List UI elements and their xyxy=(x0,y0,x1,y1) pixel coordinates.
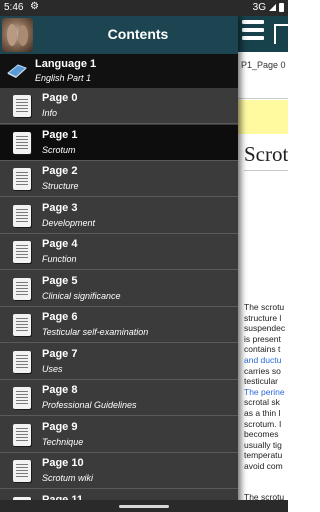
drawer-item-subtitle: Professional Guidelines xyxy=(42,400,137,410)
drawer-item-page-3[interactable]: Page 3 Development xyxy=(0,198,238,234)
drawer-item-subtitle: Structure xyxy=(42,181,79,191)
status-time: 5:46 xyxy=(4,2,24,13)
document-icon xyxy=(13,423,31,446)
drawer-item-title: Page 1 xyxy=(42,128,78,141)
document-icon xyxy=(13,277,31,300)
drawer-item-subtitle: Technique xyxy=(42,436,84,447)
content-text-line: The scrotu xyxy=(244,302,285,312)
language-selector[interactable]: Language 1 English Part 1 xyxy=(0,54,238,88)
drawer-item-title: Page 2 xyxy=(42,165,78,177)
system-nav-bar xyxy=(0,500,288,512)
drawer-item-subtitle: Development xyxy=(42,217,96,228)
document-icon xyxy=(13,387,31,409)
drawer-item-page-2[interactable]: Page 2 Structure xyxy=(0,161,238,197)
content-text-line: scrotal sk xyxy=(244,397,280,408)
navigation-drawer: Contents Language 1 English Part 1 Page … xyxy=(0,16,238,512)
drawer-item-page-5[interactable]: Page 5 Clinical significance xyxy=(0,271,238,307)
drawer-item-title: Page 10 xyxy=(42,457,84,469)
drawer-item-subtitle: Scrotum xyxy=(42,144,76,155)
drawer-item-page-9[interactable]: Page 9 Technique xyxy=(0,417,238,453)
drawer-item-subtitle: Clinical significance xyxy=(42,290,121,301)
drawer-item-subtitle: Function xyxy=(42,254,77,264)
document-icon xyxy=(13,168,31,190)
drawer-item-page-4[interactable]: Page 4 Function xyxy=(0,234,238,270)
document-icon xyxy=(13,131,31,154)
document-icon xyxy=(13,350,31,373)
drawer-header: Contents xyxy=(0,16,238,54)
content-text-line: structure l xyxy=(244,312,282,323)
content-page: P1_Page 0 Scrotum The scrotustructure ls… xyxy=(238,16,288,512)
drawer-item-title: Page 5 xyxy=(42,274,78,287)
content-header xyxy=(238,16,288,52)
content-text-line: testicular xyxy=(244,376,279,387)
content-link-line[interactable]: The perine xyxy=(244,387,288,398)
battery-icon xyxy=(279,3,284,12)
drawer-item-title: Page 9 xyxy=(42,420,78,433)
content-text-line: is present xyxy=(244,333,281,344)
drawer-item-title: Page 4 xyxy=(42,238,78,250)
signal-icon xyxy=(269,4,276,11)
language-subtitle: English Part 1 xyxy=(35,73,92,83)
document-icon xyxy=(13,460,31,482)
overflow-menu-icon[interactable] xyxy=(274,24,288,44)
drawer-item-subtitle: Info xyxy=(42,108,58,118)
language-title: Language 1 xyxy=(35,58,97,70)
document-icon xyxy=(13,314,31,336)
drawer-item-page-0[interactable]: Page 0 Info xyxy=(0,88,238,124)
drawer-item-page-1[interactable]: Page 1 Scrotum xyxy=(0,124,238,161)
drawer-item-title: Page 8 xyxy=(42,384,78,396)
hamburger-menu-icon[interactable] xyxy=(242,20,266,46)
heading-divider xyxy=(244,170,288,171)
content-text-line: suspendec xyxy=(244,323,286,334)
drawer-item-subtitle: Uses xyxy=(42,363,63,374)
drawer-item-subtitle: Scrotum wiki xyxy=(42,473,94,483)
settings-gear-icon: ⚙ xyxy=(30,1,39,12)
content-text-line: carries so xyxy=(244,365,281,376)
content-text-line: contains t xyxy=(244,344,281,355)
content-link-line[interactable]: and ductu xyxy=(244,355,288,366)
document-icon xyxy=(13,241,31,263)
drawer-item-title: Page 6 xyxy=(42,311,78,323)
drawer-title: Contents xyxy=(107,26,169,42)
content-text-line: as a thin l xyxy=(244,407,281,418)
status-bar: 5:46 ⚙ 3G xyxy=(0,0,288,16)
content-heading: Scrotum xyxy=(244,142,288,166)
document-icon xyxy=(13,204,31,227)
content-text-line: usually tig xyxy=(244,439,282,450)
status-indicators: 3G xyxy=(253,2,284,13)
drawer-item-title: Page 3 xyxy=(42,201,78,214)
document-icon xyxy=(13,95,31,117)
home-gesture-handle[interactable] xyxy=(119,505,169,508)
content-text-line: becomes xyxy=(244,429,279,440)
drawer-item-title: Page 7 xyxy=(42,347,78,360)
drawer-item-page-10[interactable]: Page 10 Scrotum wiki xyxy=(0,453,238,489)
drawer-item-page-6[interactable]: Page 6 Testicular self-examination xyxy=(0,307,238,343)
content-text-line: avoid com xyxy=(244,460,283,471)
content-body: The scrotu structure l suspendec is present… xyxy=(244,302,288,472)
drawer-item-title: Page 0 xyxy=(42,92,78,104)
book-icon xyxy=(7,64,27,78)
content-text-line: temperatu xyxy=(244,450,283,461)
drawer-item-subtitle: Testicular self-examination xyxy=(42,327,149,337)
drawer-item-page-8[interactable]: Page 8 Professional Guidelines xyxy=(0,380,238,416)
drawer-item-page-7[interactable]: Page 7 Uses xyxy=(0,344,238,380)
highlight-banner xyxy=(238,100,288,134)
content-tab-label[interactable]: P1_Page 0 xyxy=(238,52,288,99)
network-type: 3G xyxy=(252,2,266,13)
content-text-line: scrotum. I xyxy=(244,418,282,429)
